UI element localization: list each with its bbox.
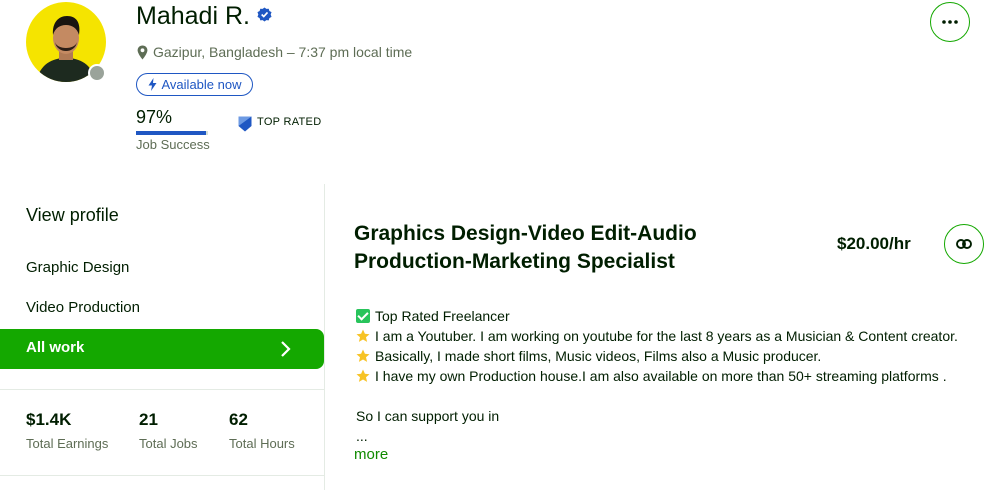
description-line: Basically, I made short films, Music vid…	[356, 346, 981, 366]
job-success-bar-fill	[136, 131, 206, 135]
map-pin-icon	[137, 45, 148, 60]
location-text: Gazipur, Bangladesh – 7:37 pm local time	[153, 44, 413, 60]
stat-jobs-label: Total Jobs	[139, 436, 198, 451]
column-divider	[324, 184, 325, 490]
description-line: So I can support you in	[356, 408, 500, 424]
sidebar-item-graphic-design[interactable]: Graphic Design	[26, 259, 129, 276]
view-profile-heading: View profile	[26, 205, 119, 225]
availability-label: Available now	[161, 77, 242, 92]
description-line: ...	[356, 428, 368, 444]
top-rated-label: TOP RATED	[257, 116, 322, 128]
top-rated-badge-icon	[238, 116, 252, 132]
stat-hours-value: 62	[229, 410, 248, 429]
stat-hours-label: Total Hours	[229, 436, 295, 451]
check-mark-icon	[356, 309, 370, 323]
description-line: I have my own Production house.I am also…	[356, 366, 981, 386]
job-success-label: Job Success	[136, 137, 210, 152]
profile-description: Top Rated Freelancer I am a Youtuber. I …	[356, 306, 981, 446]
star-icon	[356, 349, 370, 362]
sidebar-item-video-production[interactable]: Video Production	[26, 299, 140, 316]
star-icon	[356, 329, 370, 342]
job-success-value: 97%	[136, 107, 173, 127]
more-options-button[interactable]	[930, 2, 970, 42]
star-icon	[356, 369, 370, 382]
description-line	[356, 386, 981, 406]
sidebar-item-all-work-label: All work	[26, 339, 85, 356]
copy-link-button[interactable]	[944, 224, 984, 264]
description-line: Top Rated Freelancer	[356, 306, 981, 326]
show-more-link[interactable]: more	[354, 446, 388, 463]
verified-badge-icon	[257, 7, 272, 22]
stats-bottom-divider	[0, 475, 324, 476]
stat-jobs-value: 21	[139, 410, 158, 429]
stats-divider	[0, 389, 324, 390]
availability-badge[interactable]: Available now	[136, 73, 253, 96]
profile-title-line-2: Production-Marketing Specialist	[354, 250, 675, 273]
ellipsis-icon	[942, 20, 958, 24]
online-status-indicator	[88, 64, 106, 82]
link-icon	[956, 239, 972, 249]
hourly-rate: $20.00/hr	[837, 234, 911, 253]
stat-earnings-label: Total Earnings	[26, 436, 109, 451]
profile-title: Graphics Design-Video Edit-Audio Product…	[354, 220, 754, 276]
chevron-right-icon	[281, 341, 291, 357]
job-success-bar	[136, 131, 208, 135]
description-line: I am a Youtuber. I am working on youtube…	[356, 326, 981, 346]
lightning-bolt-icon	[148, 78, 156, 91]
profile-name: Mahadi R.	[136, 2, 250, 30]
stat-earnings-value: $1.4K	[26, 410, 72, 429]
profile-title-line-1: Graphics Design-Video Edit-Audio	[354, 222, 697, 245]
